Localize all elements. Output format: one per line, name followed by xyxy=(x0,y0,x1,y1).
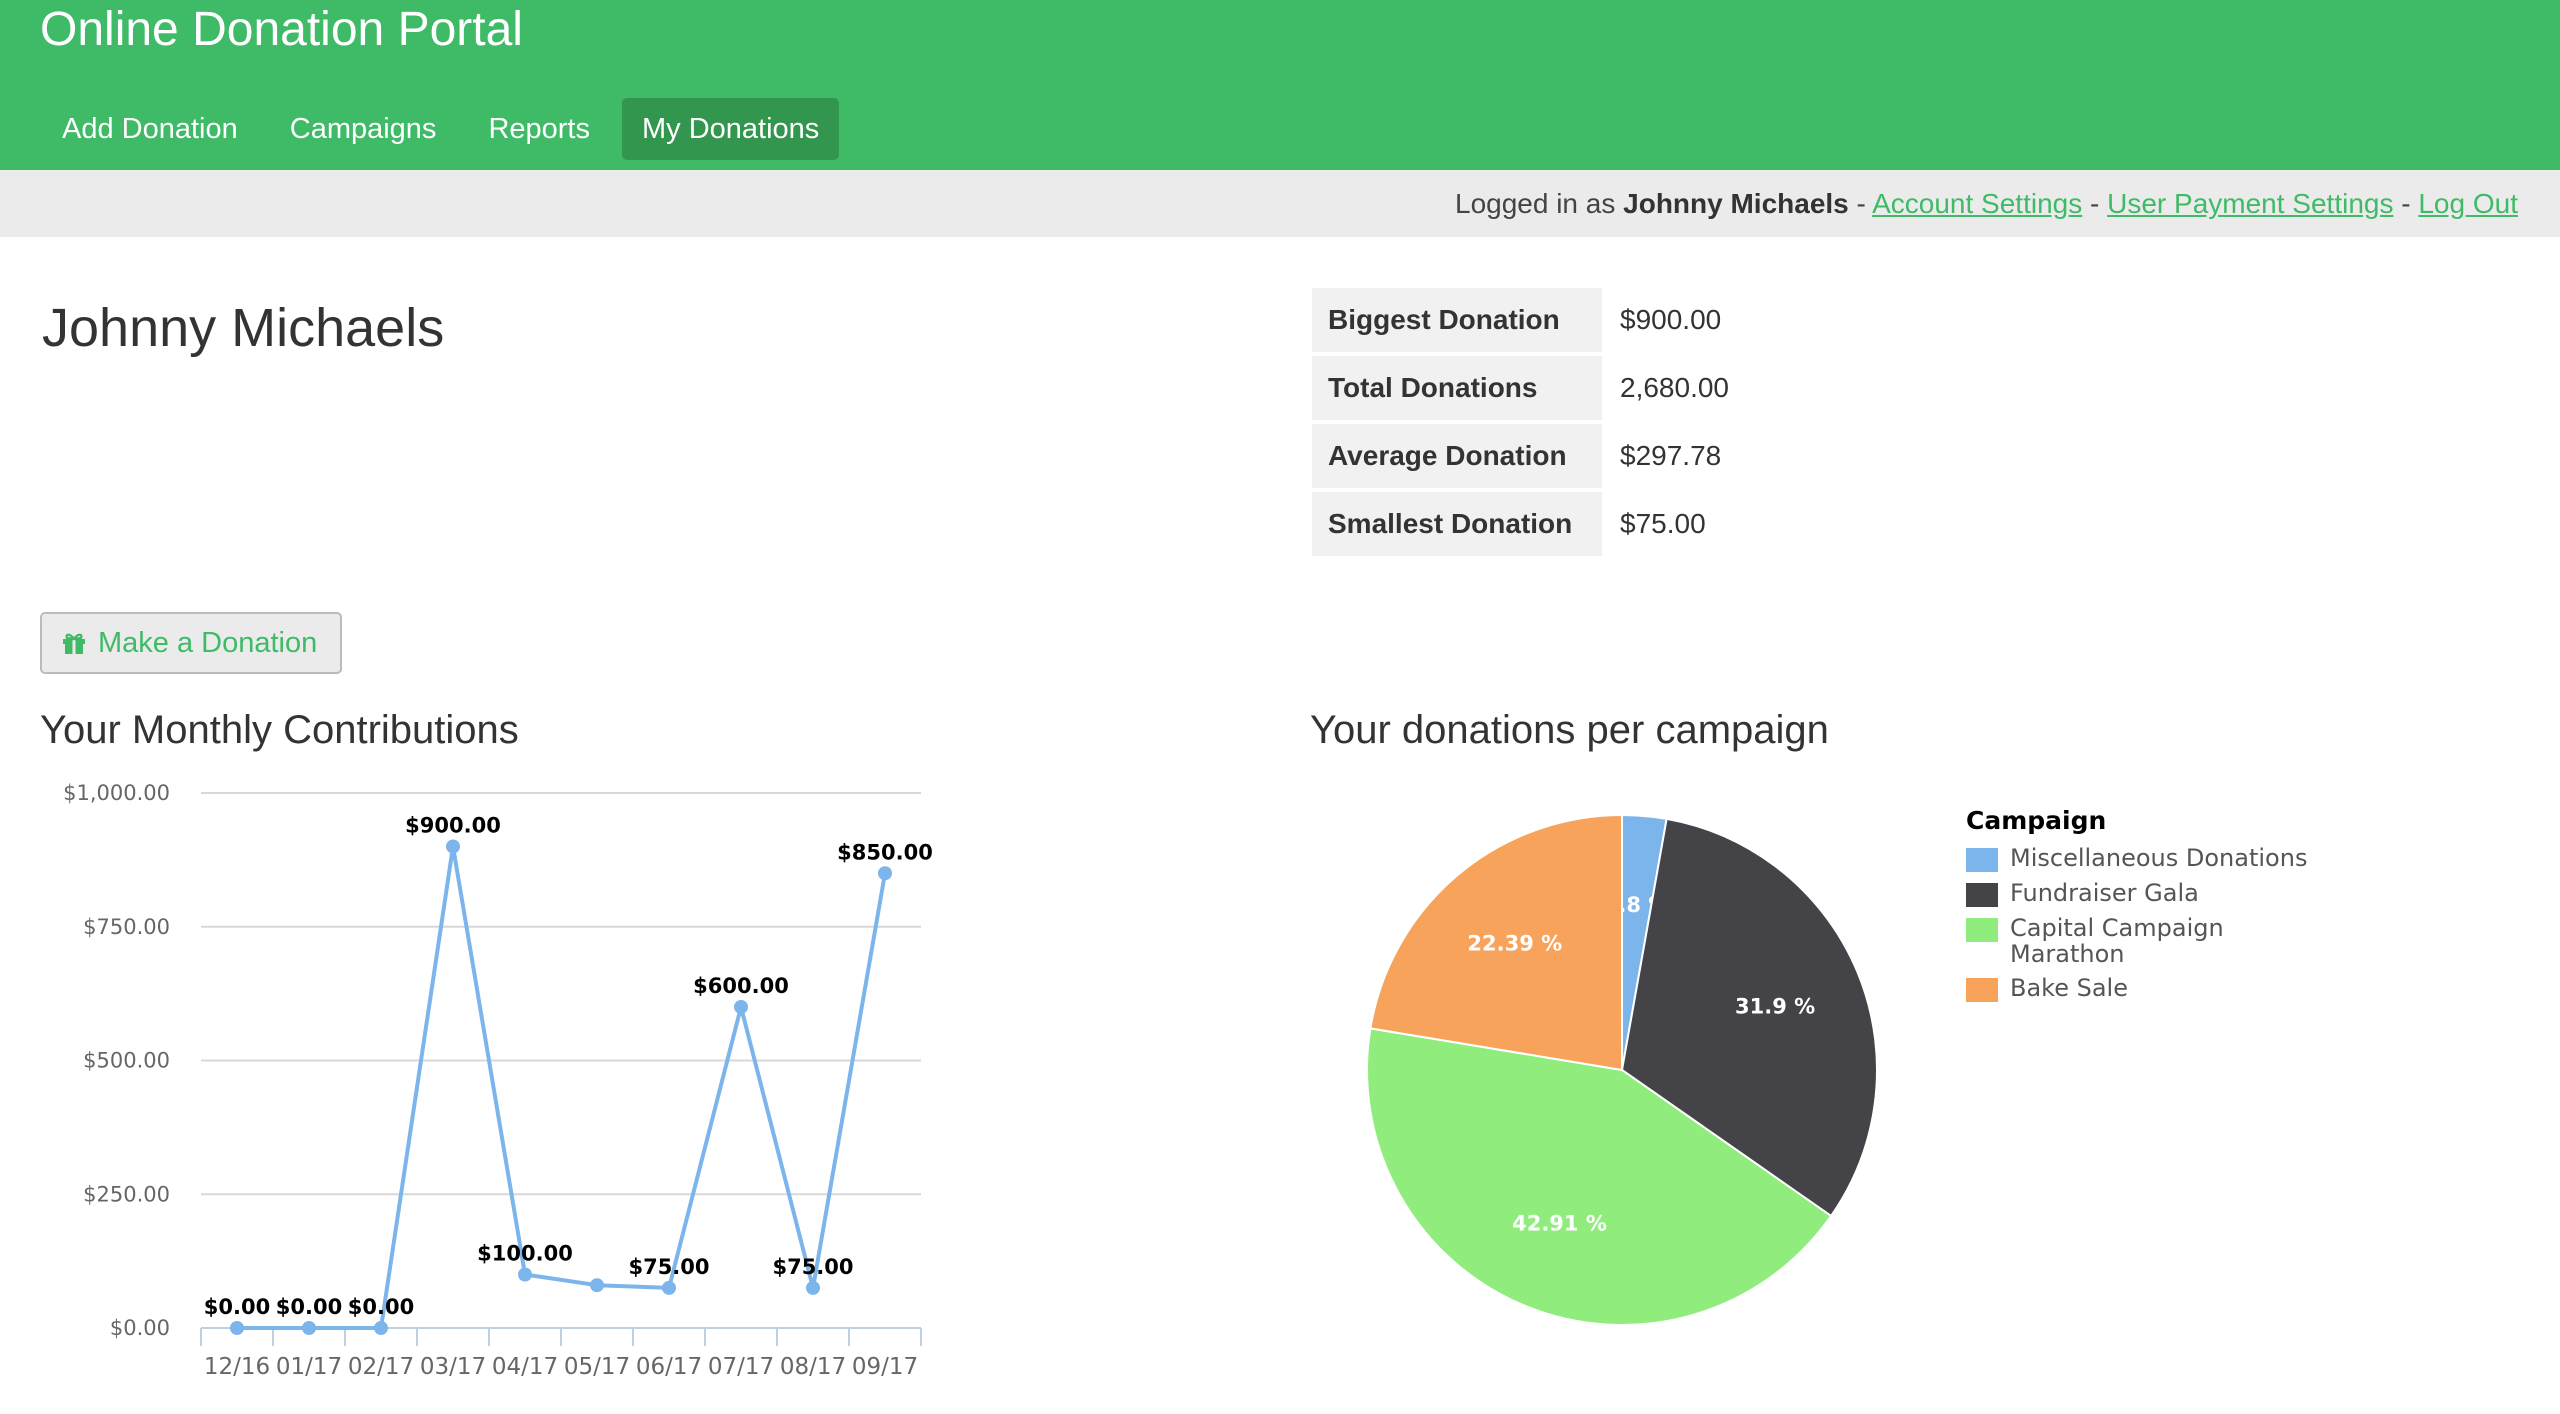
data-point xyxy=(878,866,892,881)
pie-chart-title: Your donations per campaign xyxy=(1310,708,1829,752)
data-point xyxy=(590,1278,604,1293)
stat-value: $75.00 xyxy=(1620,508,1706,539)
legend-item[interactable]: Fundraiser Gala xyxy=(1966,880,2310,907)
stat-value: 2,680.00 xyxy=(1620,372,1729,403)
main-nav: Add Donation Campaigns Reports My Donati… xyxy=(40,98,851,160)
x-tick-label: 03/17 xyxy=(420,1354,486,1380)
data-label: $900.00 xyxy=(405,814,501,838)
legend-item[interactable]: Miscellaneous Donations xyxy=(1966,845,2310,872)
data-point xyxy=(230,1321,244,1335)
logged-in-username: Johnny Michaels xyxy=(1623,188,1849,219)
stats-row: Average Donation $297.78 xyxy=(1312,424,1729,488)
separator: - xyxy=(1848,188,1873,219)
x-tick-label: 02/17 xyxy=(348,1354,414,1380)
pie-slice-label: 31.9 % xyxy=(1735,995,1815,1019)
user-bar: Logged in as Johnny Michaels - Account S… xyxy=(0,170,2560,237)
stat-label: Biggest Donation xyxy=(1312,288,1602,352)
legend-swatch xyxy=(1966,978,1998,1002)
legend-swatch xyxy=(1966,883,1998,907)
payment-settings-link[interactable]: User Payment Settings xyxy=(2107,188,2393,219)
nav-my-donations[interactable]: My Donations xyxy=(621,98,840,160)
line-chart-title: Your Monthly Contributions xyxy=(40,708,519,752)
x-tick-label: 08/17 xyxy=(780,1354,846,1380)
data-point xyxy=(374,1321,388,1335)
legend-item[interactable]: Capital Campaign Marathon xyxy=(1966,915,2310,967)
x-tick-label: 12/16 xyxy=(204,1354,270,1380)
stats-row: Total Donations 2,680.00 xyxy=(1312,356,1729,420)
legend-swatch xyxy=(1966,918,1998,942)
legend-swatch xyxy=(1966,848,1998,872)
stat-value: $297.78 xyxy=(1620,440,1722,471)
data-label: $0.00 xyxy=(276,1295,342,1319)
x-tick-label: 04/17 xyxy=(492,1354,558,1380)
legend-label: Miscellaneous Donations xyxy=(2010,844,2308,872)
pie-legend: Campaign Miscellaneous Donations Fundrai… xyxy=(1966,806,2310,1010)
legend-label: Capital Campaign Marathon xyxy=(2010,914,2224,968)
legend-item[interactable]: Bake Sale xyxy=(1966,975,2310,1002)
logout-link[interactable]: Log Out xyxy=(2418,188,2518,219)
x-tick-label: 09/17 xyxy=(852,1354,918,1380)
y-tick-label: $1,000.00 xyxy=(63,781,170,805)
x-tick-label: 07/17 xyxy=(708,1354,774,1380)
y-tick-label: $0.00 xyxy=(110,1316,170,1340)
data-label: $75.00 xyxy=(772,1255,853,1279)
data-point xyxy=(734,1000,748,1014)
data-label: $75.00 xyxy=(628,1255,709,1279)
legend-title: Campaign xyxy=(1966,806,2107,835)
legend-label: Bake Sale xyxy=(2010,974,2128,1002)
x-tick-label: 01/17 xyxy=(276,1354,342,1380)
pie-slice-label: 22.39 % xyxy=(1467,932,1562,956)
account-settings-link[interactable]: Account Settings xyxy=(1872,188,2082,219)
data-point xyxy=(302,1321,316,1335)
stat-label: Average Donation xyxy=(1312,424,1602,488)
donation-stats-table: Biggest Donation $900.00 Total Donations… xyxy=(1312,284,1729,560)
data-label: $0.00 xyxy=(348,1295,414,1319)
stat-value: $900.00 xyxy=(1620,304,1722,335)
gift-icon xyxy=(63,633,85,654)
make-donation-label: Make a Donation xyxy=(98,626,318,659)
data-label: $0.00 xyxy=(204,1295,270,1319)
profile-name: Johnny Michaels xyxy=(42,298,445,358)
top-navbar: Online Donation Portal Add Donation Camp… xyxy=(0,0,2560,170)
data-label: $100.00 xyxy=(477,1242,573,1266)
separator: - xyxy=(2393,188,2419,219)
data-label: $850.00 xyxy=(837,840,933,864)
nav-add-donation[interactable]: Add Donation xyxy=(40,98,258,160)
data-label: $600.00 xyxy=(693,974,789,998)
data-point xyxy=(662,1280,676,1295)
legend-label: Fundraiser Gala xyxy=(2010,879,2199,907)
monthly-contributions-chart: $0.00 $250.00 $500.00 $750.00 $1,000.00 12/16… xyxy=(63,781,933,1380)
nav-campaigns[interactable]: Campaigns xyxy=(270,98,457,160)
stats-row: Biggest Donation $900.00 xyxy=(1312,288,1729,352)
x-tick-label: 06/17 xyxy=(636,1354,702,1380)
pie-slice-label: 42.91 % xyxy=(1512,1212,1607,1236)
user-info: Logged in as Johnny Michaels - Account S… xyxy=(1455,170,2518,237)
separator: - xyxy=(2082,188,2108,219)
stat-label: Smallest Donation xyxy=(1312,492,1602,556)
campaign-pie-chart: 2.8 %31.9 %42.91 %22.39 % xyxy=(1366,813,1878,1326)
data-point xyxy=(518,1267,532,1282)
data-point xyxy=(446,839,460,854)
y-tick-label: $500.00 xyxy=(83,1049,170,1073)
make-donation-button[interactable]: Make a Donation xyxy=(40,612,342,674)
data-point xyxy=(806,1280,820,1295)
stat-label: Total Donations xyxy=(1312,356,1602,420)
x-tick-label: 05/17 xyxy=(564,1354,630,1380)
y-tick-label: $750.00 xyxy=(83,915,170,939)
stats-row: Smallest Donation $75.00 xyxy=(1312,492,1729,556)
logged-in-label: Logged in as xyxy=(1455,188,1624,219)
y-tick-label: $250.00 xyxy=(83,1182,170,1206)
nav-reports[interactable]: Reports xyxy=(468,98,610,160)
app-title[interactable]: Online Donation Portal xyxy=(40,2,523,58)
